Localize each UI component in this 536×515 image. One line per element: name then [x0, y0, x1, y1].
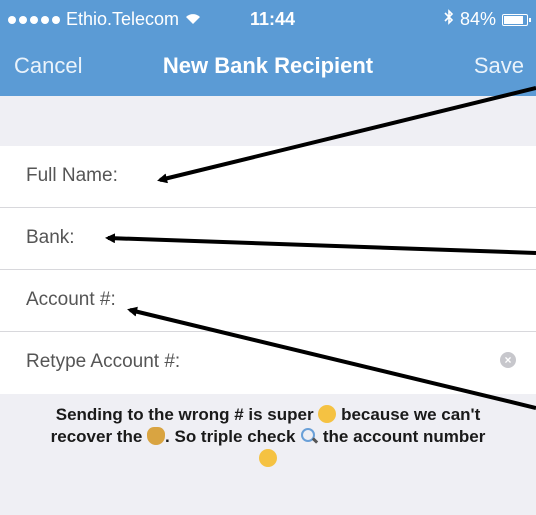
arrow-to-bank — [105, 233, 536, 255]
arrow-to-full-name — [157, 86, 536, 184]
annotation-arrows — [105, 86, 536, 410]
arrow-to-account-number — [127, 306, 536, 410]
